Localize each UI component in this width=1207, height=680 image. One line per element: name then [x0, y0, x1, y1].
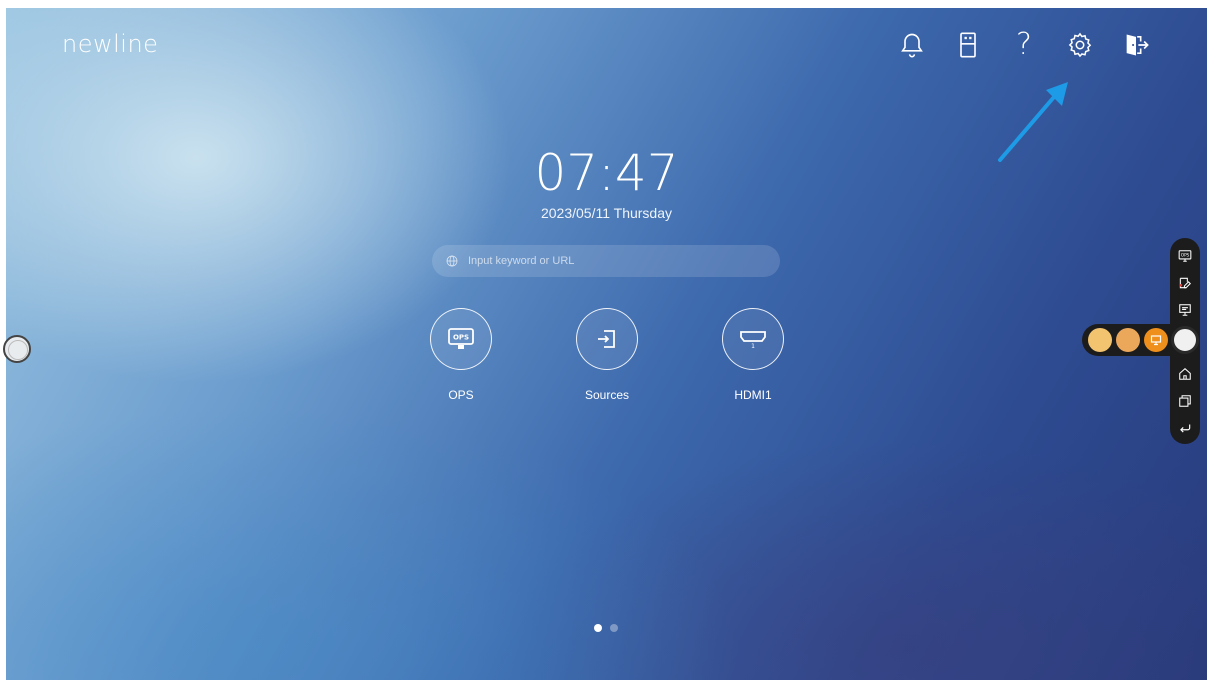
- floating-menu-button-left[interactable]: [3, 335, 31, 363]
- exit-icon[interactable]: [1121, 28, 1151, 62]
- search-input[interactable]: [466, 254, 750, 268]
- toolbar-center-button[interactable]: [1171, 326, 1199, 354]
- app-label-ops: OPS: [448, 388, 474, 402]
- ops-glyph: OPS: [453, 334, 469, 342]
- back-icon[interactable]: [1177, 420, 1193, 436]
- settings-gear-icon[interactable]: [1065, 28, 1095, 62]
- usb-drive-icon[interactable]: [953, 28, 983, 62]
- page-dot-1[interactable]: [594, 624, 602, 632]
- globe-icon: [446, 255, 458, 267]
- app-sources[interactable]: Sources: [557, 308, 657, 402]
- whiteboard-icon[interactable]: [1177, 302, 1193, 318]
- quick-app-2[interactable]: [1116, 328, 1140, 352]
- help-icon[interactable]: ?: [1009, 28, 1039, 62]
- bell-icon[interactable]: [897, 28, 927, 62]
- search-bar[interactable]: [432, 245, 780, 277]
- toolbar-ops-glyph: OPS: [1181, 253, 1190, 258]
- app-label-sources: Sources: [584, 388, 630, 402]
- clock-time: 07:47: [534, 144, 679, 202]
- home-icon[interactable]: [1177, 366, 1193, 382]
- quick-launch-bar: [1082, 324, 1182, 356]
- top-bar: ?: [897, 28, 1151, 62]
- whiteboard-quick-icon[interactable]: [1144, 328, 1168, 352]
- annotate-icon[interactable]: [1177, 275, 1193, 291]
- ops-monitor-icon[interactable]: OPS: [430, 308, 492, 370]
- hdmi-port-icon[interactable]: 1: [722, 308, 784, 370]
- quick-app-1[interactable]: [1088, 328, 1112, 352]
- source-input-icon[interactable]: [576, 308, 638, 370]
- hdmi-glyph: 1: [751, 343, 755, 350]
- help-glyph: ?: [1016, 27, 1032, 62]
- app-ops[interactable]: OPS OPS: [411, 308, 511, 402]
- clock-date: 2023/05/11 Thursday: [540, 205, 673, 221]
- app-label-hdmi1: HDMI1: [734, 388, 772, 402]
- page-indicator: [594, 624, 618, 632]
- page-dot-2[interactable]: [610, 624, 618, 632]
- newline-logo: newline: [62, 30, 159, 58]
- multitask-icon[interactable]: [1177, 393, 1193, 409]
- home-screen: newline ? 07:47 2023/05/11 Thursday Inpu…: [6, 8, 1207, 680]
- ops-icon[interactable]: OPS: [1177, 248, 1193, 264]
- app-hdmi1[interactable]: 1 HDMI1: [703, 308, 803, 402]
